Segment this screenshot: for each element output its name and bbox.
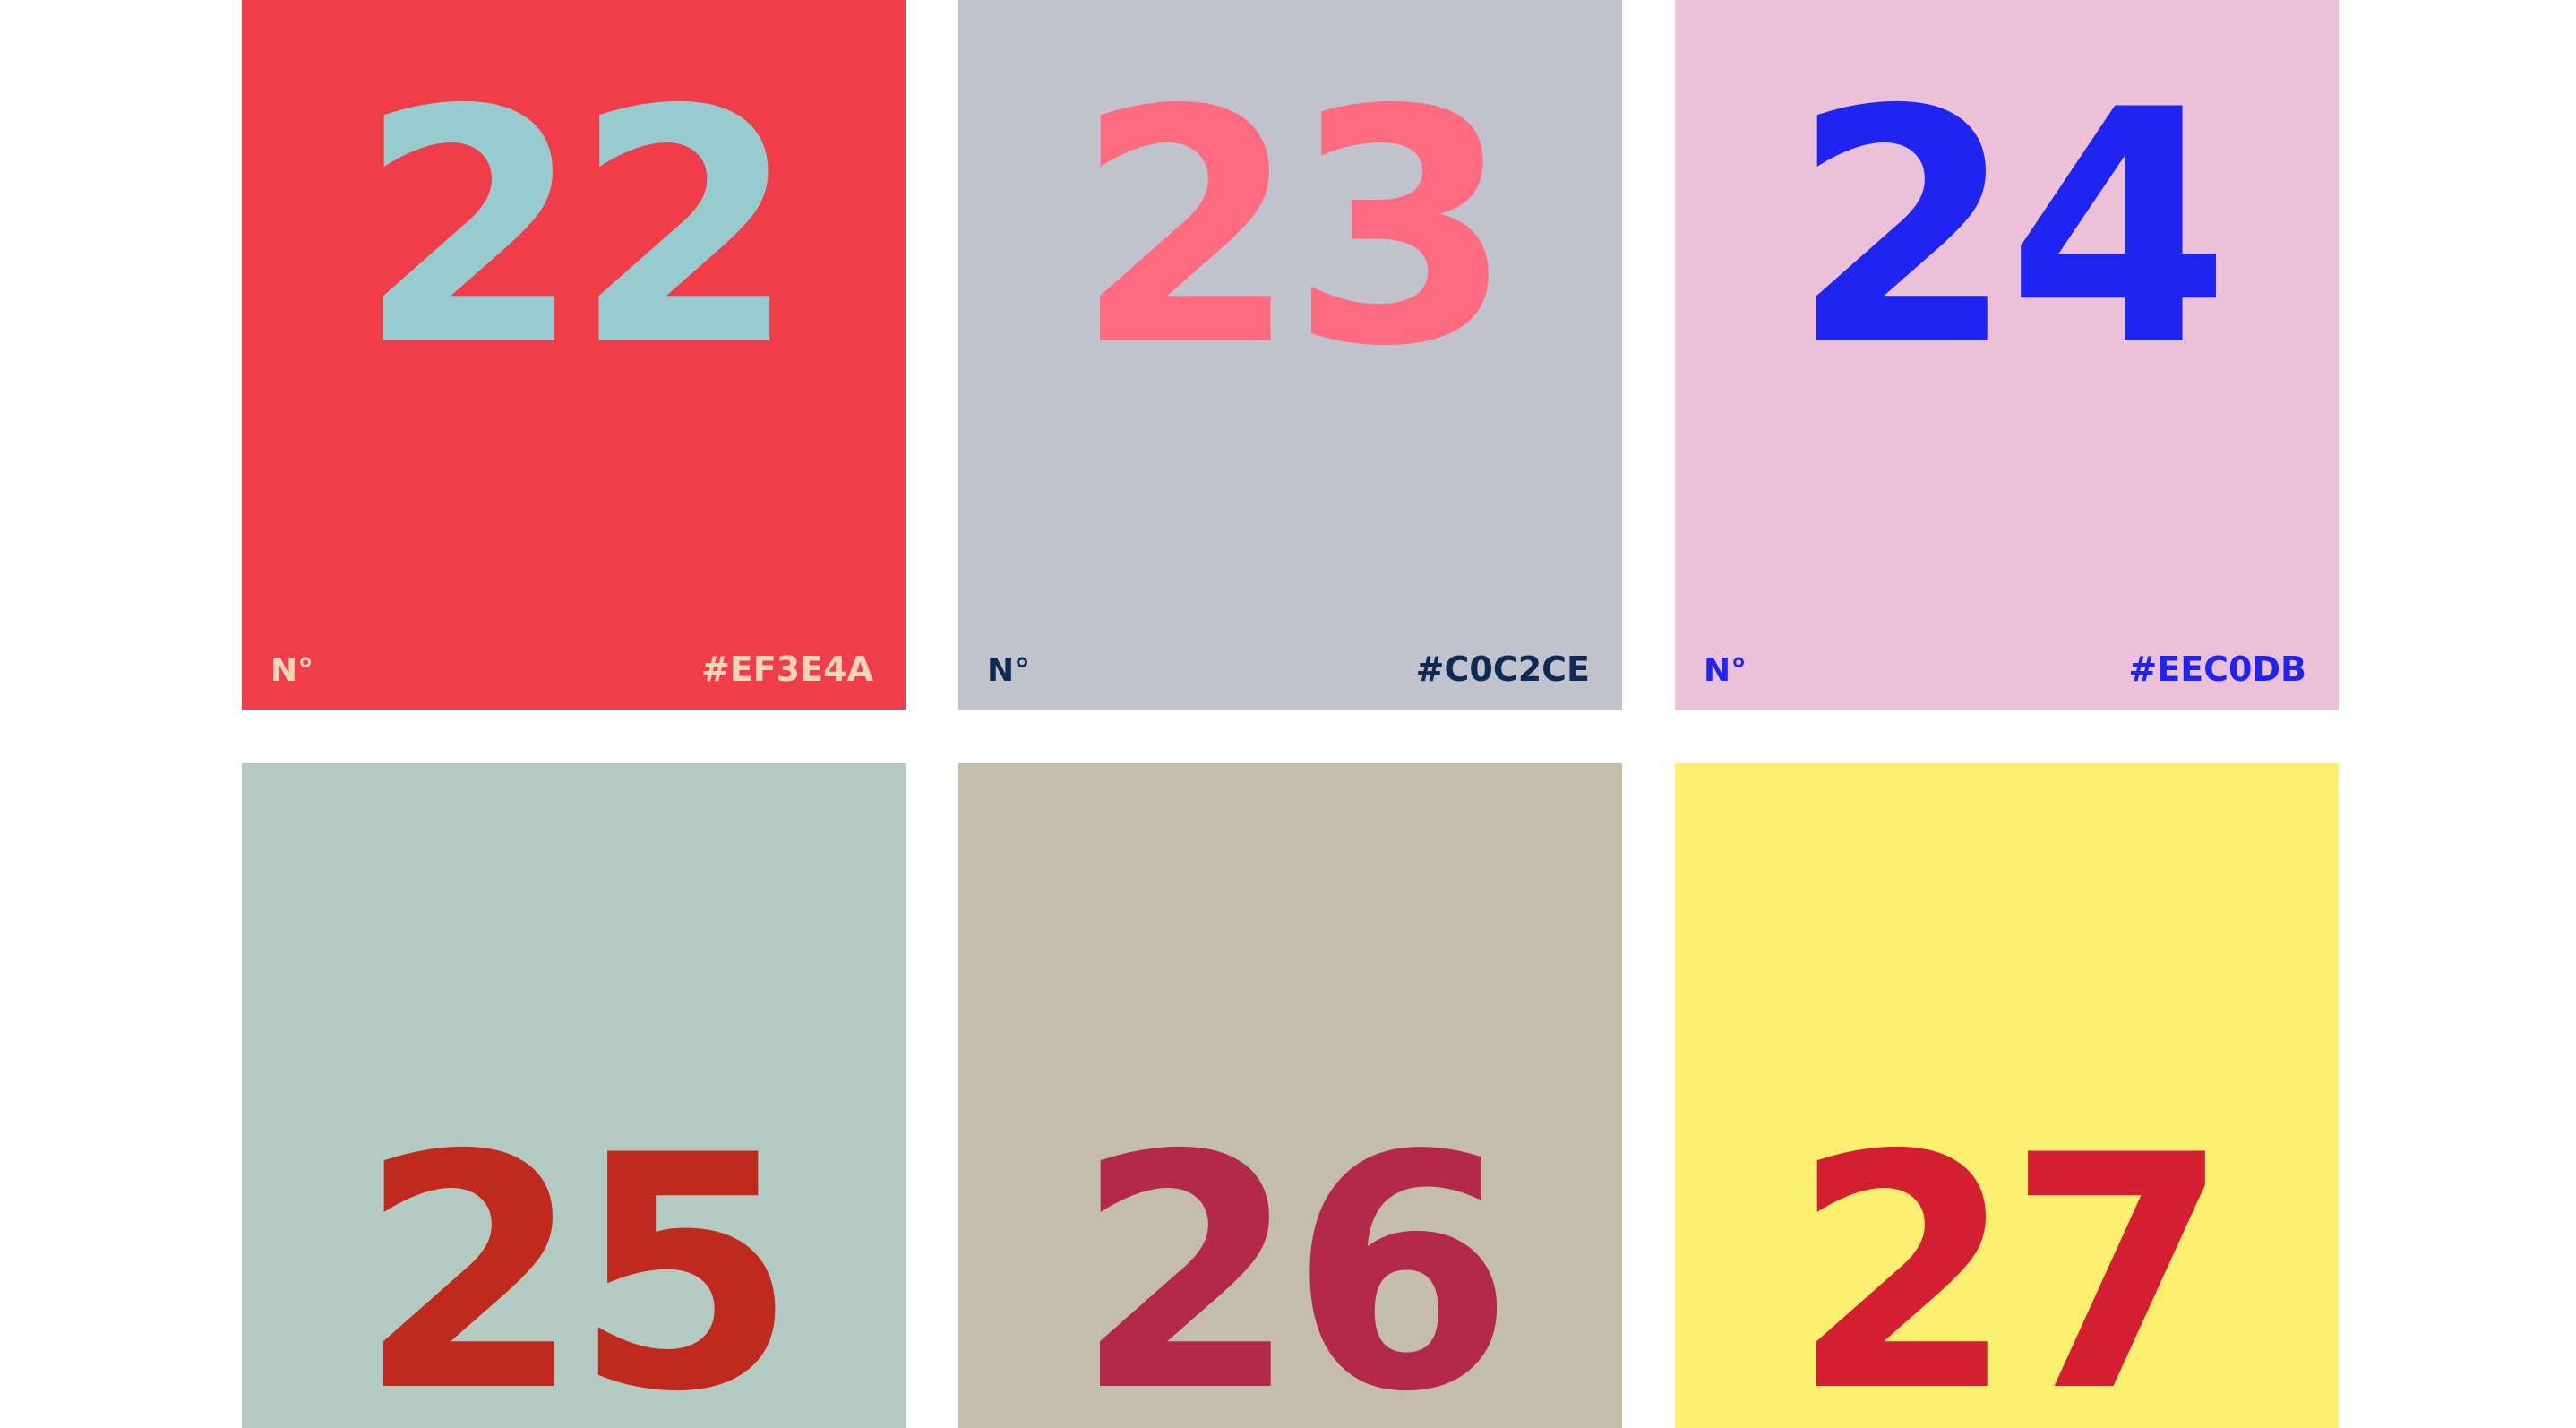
hex-code-label: #EF3E4A — [701, 649, 874, 689]
number-label: N° — [1704, 652, 1747, 689]
color-card-canvas: 27 — [1675, 763, 2339, 1428]
card-number: 23 — [1075, 41, 1506, 417]
card-number: 22 — [358, 41, 789, 417]
hex-code-label: #C0C2CE — [1416, 649, 1590, 689]
color-card-canvas: 25 — [242, 763, 906, 1428]
palette-grid: 22 N° #EF3E4A 23 N° #C0C2CE 24 N° #EEC0D… — [0, 0, 2576, 1428]
color-card-22[interactable]: 22 N° #EF3E4A — [242, 0, 906, 710]
card-number: 25 — [358, 1087, 789, 1428]
number-label: N° — [270, 652, 313, 689]
color-card-canvas: 22 N° #EF3E4A — [242, 0, 906, 710]
card-number: 26 — [1075, 1087, 1506, 1428]
color-card-23[interactable]: 23 N° #C0C2CE — [958, 0, 1622, 710]
color-card-canvas: 26 — [958, 763, 1622, 1428]
card-number: 24 — [1791, 41, 2222, 417]
color-card-24[interactable]: 24 N° #EEC0DB — [1675, 0, 2339, 710]
number-label: N° — [987, 652, 1030, 689]
color-card-25[interactable]: 25 — [242, 763, 906, 1428]
card-number: 27 — [1791, 1087, 2222, 1428]
color-card-canvas: 23 N° #C0C2CE — [958, 0, 1622, 710]
color-card-27[interactable]: 27 — [1675, 763, 2339, 1428]
color-card-canvas: 24 N° #EEC0DB — [1675, 0, 2339, 710]
hex-code-label: #EEC0DB — [2128, 649, 2306, 689]
color-card-26[interactable]: 26 — [958, 763, 1622, 1428]
